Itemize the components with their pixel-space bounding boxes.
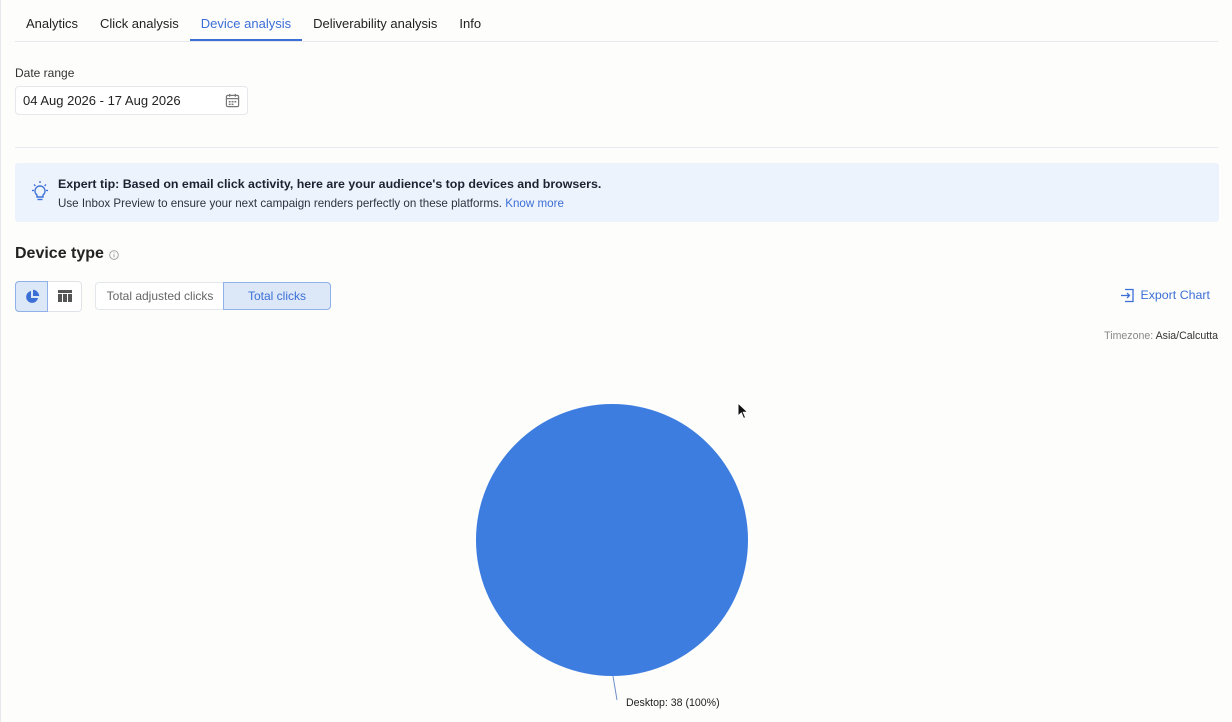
device-analysis-page: Analytics Click analysis Device analysis… bbox=[0, 0, 1232, 722]
pie-slice-desktop[interactable] bbox=[476, 404, 748, 676]
date-range-label: Date range bbox=[15, 66, 75, 80]
total-adjusted-clicks-option[interactable]: Total adjusted clicks bbox=[95, 282, 224, 310]
tab-analytics[interactable]: Analytics bbox=[15, 0, 89, 41]
view-mode-toggle bbox=[15, 281, 82, 312]
tab-deliverability-analysis[interactable]: Deliverability analysis bbox=[302, 0, 448, 41]
expert-tip-banner: Expert tip: Based on email click activit… bbox=[15, 163, 1219, 222]
tab-info[interactable]: Info bbox=[448, 0, 492, 41]
pie-chart-icon bbox=[26, 289, 40, 303]
pie-slice-label: Desktop: 38 (100%) bbox=[626, 697, 720, 709]
export-chart-button[interactable]: Export Chart bbox=[1121, 288, 1210, 303]
tab-click-analysis[interactable]: Click analysis bbox=[89, 0, 190, 41]
table-view-button[interactable] bbox=[49, 281, 82, 312]
date-range-picker[interactable]: 04 Aug 2026 - 17 Aug 2026 bbox=[15, 86, 248, 115]
info-icon[interactable] bbox=[109, 250, 119, 260]
device-type-title: Device type bbox=[15, 245, 104, 262]
total-clicks-option[interactable]: Total clicks bbox=[223, 282, 331, 310]
tip-body: Use Inbox Preview to ensure your next ca… bbox=[58, 197, 564, 210]
export-icon bbox=[1121, 288, 1135, 303]
tab-device-analysis[interactable]: Device analysis bbox=[189, 0, 303, 41]
know-more-link[interactable]: Know more bbox=[505, 197, 564, 210]
calendar-icon[interactable] bbox=[225, 93, 240, 108]
tip-headline: Expert tip: Based on email click activit… bbox=[58, 177, 602, 191]
pie-label-leader-line bbox=[612, 675, 618, 701]
date-range-value: 04 Aug 2026 - 17 Aug 2026 bbox=[23, 93, 181, 108]
tab-bar: Analytics Click analysis Device analysis… bbox=[15, 0, 1218, 42]
lightbulb-icon bbox=[32, 181, 48, 201]
section-divider bbox=[15, 147, 1218, 148]
mouse-cursor-icon bbox=[737, 402, 749, 420]
pie-chart-view-button[interactable] bbox=[15, 281, 48, 312]
export-chart-label: Export Chart bbox=[1140, 288, 1210, 302]
table-icon bbox=[58, 290, 72, 302]
tip-body-text: Use Inbox Preview to ensure your next ca… bbox=[58, 197, 503, 210]
device-type-pie-chart: Desktop: 38 (100%) bbox=[476, 404, 748, 709]
